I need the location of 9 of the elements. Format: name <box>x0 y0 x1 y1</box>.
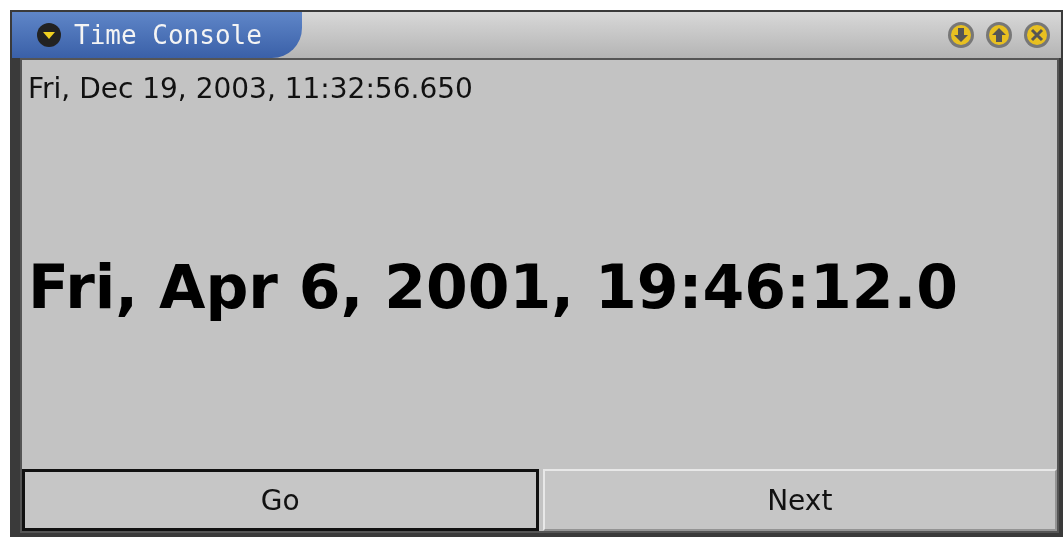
action-button[interactable]: Next <box>542 469 1057 531</box>
window-title: Time Console <box>74 20 262 50</box>
minimize-icon[interactable] <box>947 21 975 49</box>
display-time-text: Fri, Apr 6, 2001, 19:46:12.0 <box>28 252 958 322</box>
close-icon[interactable] <box>1023 21 1051 49</box>
maximize-icon[interactable] <box>985 21 1013 49</box>
current-time-text: Fri, Dec 19, 2003, 11:32:56.650 <box>27 71 474 105</box>
window-menu-icon[interactable] <box>36 22 62 48</box>
action-button[interactable]: Go <box>22 469 539 531</box>
